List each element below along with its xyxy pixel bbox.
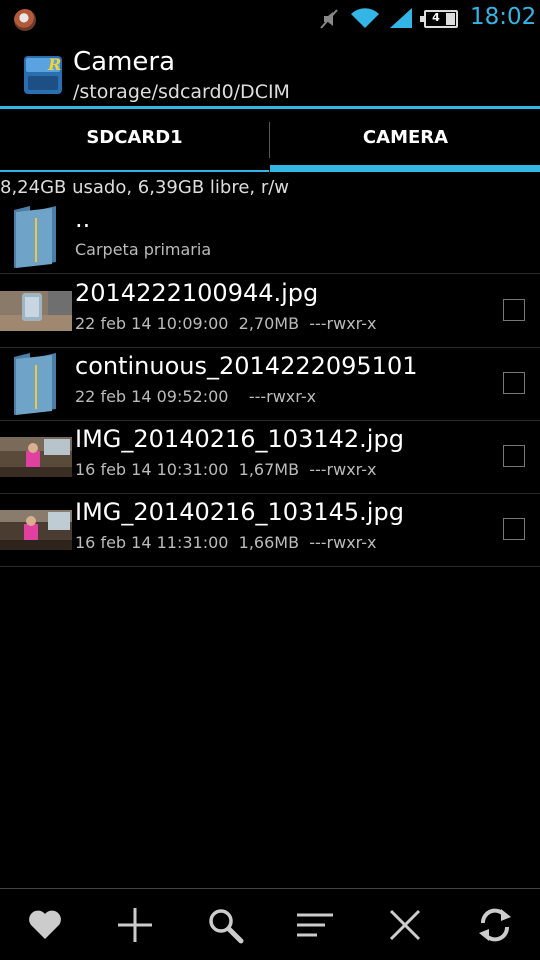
- tab-bar: SDCARD1 CAMERA: [0, 109, 540, 171]
- tab-selected-indicator: [270, 165, 540, 172]
- tab-divider: [269, 122, 270, 158]
- select-checkbox[interactable]: [503, 445, 525, 467]
- action-bar: R Camera /storage/sdcard0/DCIM: [0, 38, 540, 106]
- folder-icon: [14, 353, 56, 415]
- file-meta: 16 feb 14 11:31:00 1,66MB ---rwxr-x: [75, 533, 377, 552]
- app-title: Camera: [73, 47, 176, 77]
- mute-icon: [320, 9, 338, 29]
- svg-text:R: R: [47, 55, 61, 74]
- clock: 18:02: [470, 4, 537, 30]
- select-checkbox[interactable]: [503, 299, 525, 321]
- list-item-file[interactable]: IMG_20140216_103142.jpg 16 feb 14 10:31:…: [0, 420, 540, 494]
- file-meta: 22 feb 14 09:52:00 ---rwxr-x: [75, 387, 317, 406]
- file-name: IMG_20140216_103142.jpg: [75, 425, 404, 453]
- tab-sdcard1[interactable]: SDCARD1: [0, 109, 269, 171]
- file-meta: 22 feb 14 10:09:00 2,70MB ---rwxr-x: [75, 314, 377, 333]
- file-name: IMG_20140216_103145.jpg: [75, 498, 404, 526]
- status-bar: 4 18:02: [0, 0, 540, 38]
- bottom-toolbar: [0, 889, 540, 960]
- list-item-file[interactable]: IMG_20140216_103145.jpg 16 feb 14 11:31:…: [0, 493, 540, 567]
- battery-icon: 4: [420, 10, 458, 28]
- app-icon[interactable]: R: [22, 52, 64, 96]
- close-icon[interactable]: [385, 905, 425, 945]
- battery-level: 4: [432, 11, 440, 24]
- image-thumbnail: [0, 437, 72, 477]
- notification-icon: [14, 9, 36, 31]
- file-name: 2014222100944.jpg: [75, 279, 319, 307]
- file-name: ..: [75, 205, 91, 233]
- select-checkbox[interactable]: [503, 372, 525, 394]
- tab-camera[interactable]: CAMERA: [271, 109, 540, 171]
- sort-icon[interactable]: [295, 905, 335, 945]
- favorite-icon[interactable]: [25, 905, 65, 945]
- wifi-icon: [351, 8, 379, 28]
- search-icon[interactable]: [205, 905, 245, 945]
- file-meta: 16 feb 14 10:31:00 1,67MB ---rwxr-x: [75, 460, 377, 479]
- folder-icon: [14, 206, 56, 268]
- image-thumbnail: [0, 291, 72, 331]
- storage-info: 8,24GB usado, 6,39GB libre, r/w: [0, 177, 290, 198]
- refresh-icon[interactable]: [475, 905, 515, 945]
- image-thumbnail: [0, 510, 72, 550]
- list-item-file[interactable]: 2014222100944.jpg 22 feb 14 10:09:00 2,7…: [0, 274, 540, 348]
- current-path: /storage/sdcard0/DCIM: [73, 81, 290, 103]
- file-name: continuous_2014222095101: [75, 352, 418, 380]
- tab-underline: [0, 170, 269, 172]
- file-meta: Carpeta primaria: [75, 240, 212, 259]
- add-icon[interactable]: [115, 905, 155, 945]
- signal-icon: [390, 8, 412, 28]
- list-item-folder[interactable]: continuous_2014222095101 22 feb 14 09:52…: [0, 347, 540, 421]
- select-checkbox[interactable]: [503, 518, 525, 540]
- list-item-parent-folder[interactable]: .. Carpeta primaria: [0, 200, 540, 274]
